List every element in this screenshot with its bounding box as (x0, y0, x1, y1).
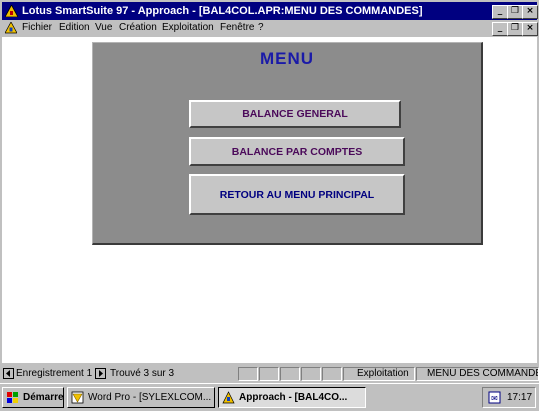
application-window: Lotus SmartSuite 97 - Approach - [BAL4CO… (0, 0, 539, 383)
windows-logo-icon (7, 392, 18, 403)
doc-close-button[interactable]: × (522, 22, 538, 36)
status-cell (280, 367, 300, 381)
start-label: Démarrer (23, 392, 64, 403)
task-approach[interactable]: Approach - [BAL4CO... (218, 387, 366, 408)
word-pro-icon (71, 391, 84, 404)
status-cell (238, 367, 258, 381)
menu-fichier[interactable]: Fichier (22, 20, 52, 36)
menu-exploitation[interactable]: Exploitation (162, 20, 214, 36)
menu-form-panel: MENU BALANCE GENERAL BALANCE PAR COMPTES… (92, 42, 483, 245)
title-bar[interactable]: Lotus SmartSuite 97 - Approach - [BAL4CO… (2, 2, 538, 20)
view-indicator[interactable]: MENU DES COMMANDE (416, 367, 539, 381)
retour-menu-principal-button[interactable]: RETOUR AU MENU PRINCIPAL (189, 174, 405, 215)
record-indicator[interactable]: Enregistrement 1 (16, 367, 92, 381)
task-label: Word Pro - [SYLEXLCOM... (88, 392, 212, 403)
menu-edition[interactable]: Edition (59, 20, 90, 36)
clock[interactable]: 17:17 (507, 388, 532, 407)
next-record-icon[interactable] (95, 368, 106, 379)
mode-indicator[interactable]: Exploitation (343, 367, 415, 381)
taskbar: Démarrer Word Pro - [SYLEXLCOM... Approa… (0, 383, 539, 411)
menu-bar: Fichier Edition Vue Création Exploitatio… (2, 20, 538, 36)
task-word-pro[interactable]: Word Pro - [SYLEXLCOM... (67, 387, 215, 408)
close-button[interactable]: × (522, 5, 538, 19)
balance-general-button[interactable]: BALANCE GENERAL (189, 100, 401, 128)
minimize-button[interactable]: _ (492, 5, 508, 19)
speaker-icon[interactable]: ✉ (488, 391, 501, 404)
window-title: Lotus SmartSuite 97 - Approach - [BAL4CO… (22, 5, 423, 17)
document-icon[interactable] (5, 22, 17, 34)
status-bar: Enregistrement 1 Trouvé 3 sur 3 Exploita… (0, 366, 539, 383)
menu-title: MENU (259, 49, 315, 68)
doc-minimize-button[interactable]: _ (492, 22, 508, 36)
menu-vue[interactable]: Vue (95, 20, 112, 36)
status-cell (322, 367, 342, 381)
menu-help[interactable]: ? (258, 20, 264, 36)
restore-button[interactable]: ❐ (507, 5, 523, 19)
found-count: Trouvé 3 sur 3 (110, 368, 175, 379)
start-button[interactable]: Démarrer (2, 387, 64, 408)
balance-par-comptes-button[interactable]: BALANCE PAR COMPTES (189, 137, 405, 166)
status-cell (301, 367, 321, 381)
approach-app-icon[interactable] (5, 5, 18, 17)
menu-fenetre[interactable]: Fenêtre (220, 20, 254, 36)
previous-record-icon[interactable] (3, 368, 14, 379)
menu-creation[interactable]: Création (119, 20, 157, 36)
svg-text:✉: ✉ (491, 394, 498, 403)
task-label: Approach - [BAL4CO... (239, 392, 348, 403)
doc-restore-button[interactable]: ❐ (507, 22, 523, 36)
system-tray: ✉ 17:17 (482, 387, 536, 408)
status-cell (259, 367, 279, 381)
approach-icon (222, 391, 235, 404)
